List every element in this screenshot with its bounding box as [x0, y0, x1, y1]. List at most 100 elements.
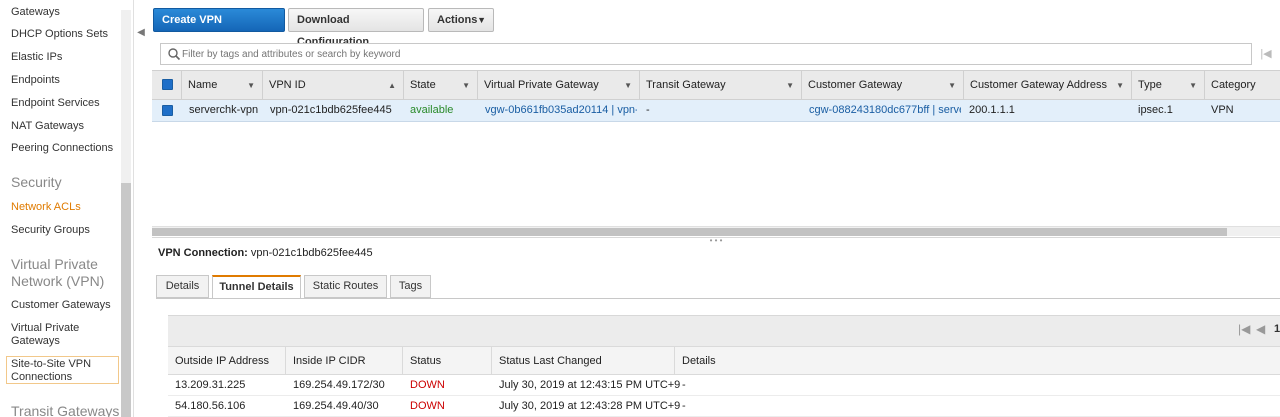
column-header-type[interactable]: Type ▼	[1132, 71, 1205, 100]
cell-details: -	[682, 400, 686, 412]
tab-tags[interactable]: Tags	[390, 275, 431, 298]
collapse-sidebar-icon[interactable]: ◀	[135, 22, 147, 44]
sidebar-item-peering-connections[interactable]: Peering Connections	[11, 142, 121, 155]
sort-icon: ▼	[1189, 81, 1197, 90]
cell-status: DOWN	[410, 400, 445, 412]
tunnel-table-header: Outside IP Address Inside IP CIDR Status…	[168, 346, 1280, 375]
column-header-vpn-id[interactable]: VPN ID ▲	[263, 71, 404, 100]
sidebar-item-network-acls[interactable]: Network ACLs	[11, 201, 121, 214]
column-header-name[interactable]: Name ▼	[182, 71, 263, 100]
column-header-transit-gateway[interactable]: Transit Gateway ▼	[640, 71, 802, 100]
sidebar-item-endpoint-services[interactable]: Endpoint Services	[11, 97, 121, 110]
cell-inside-cidr: 169.254.49.40/30	[293, 400, 379, 412]
sidebar-item-endpoints[interactable]: Endpoints	[11, 74, 121, 87]
sort-ascending-icon: ▲	[388, 81, 396, 90]
actions-button[interactable]: Actions ▼	[428, 8, 494, 32]
first-page-icon[interactable]: |◀	[1238, 322, 1252, 336]
select-all-checkbox[interactable]	[162, 79, 173, 90]
column-header-details[interactable]: Details	[675, 347, 1280, 375]
column-header-customer-gateway-address[interactable]: Customer Gateway Address ▼	[964, 71, 1132, 100]
column-label: Transit Gateway	[646, 79, 726, 91]
sort-icon: ▼	[624, 81, 632, 90]
cell-customer-gateway-link[interactable]: cgw-088243180dc677bff | serve…	[803, 100, 961, 121]
sidebar-item-nat-gateways[interactable]: NAT Gateways	[11, 120, 121, 133]
first-page-icon[interactable]: |◀	[1258, 45, 1274, 63]
actions-label: Actions	[437, 14, 478, 26]
cell-outside-ip: 13.209.31.225	[175, 379, 246, 391]
sort-icon: ▼	[1116, 81, 1124, 90]
sidebar-item-security-groups[interactable]: Security Groups	[11, 224, 121, 237]
table-row[interactable]: 54.180.56.106 169.254.49.40/30 DOWN July…	[168, 396, 1280, 417]
cell-name: serverchk-vpn	[189, 104, 259, 116]
search-icon	[168, 48, 181, 61]
row-select[interactable]	[152, 100, 182, 121]
table-header: Name ▼ VPN ID ▲ State ▼ Virtual Private Gat…	[152, 70, 1280, 100]
column-label: VPN ID	[269, 79, 306, 91]
cell-outside-ip: 54.180.56.106	[175, 400, 246, 412]
sort-icon: ▼	[786, 81, 794, 90]
detail-title-label: VPN Connection:	[158, 247, 248, 259]
column-header-virtual-private-gateway[interactable]: Virtual Private Gateway ▼	[478, 71, 640, 100]
sidebar-heading-security: Security	[11, 174, 62, 190]
sidebar-item-gateways[interactable]: Gateways	[11, 6, 121, 19]
pane-splitter-handle[interactable]: • • •	[152, 237, 1280, 245]
cell-vpn-id: vpn-021c1bdb625fee445	[270, 104, 392, 116]
cell-details: -	[682, 379, 686, 391]
column-label: Name	[188, 79, 218, 91]
tab-divider	[156, 298, 1280, 299]
page-number: 1	[1274, 323, 1280, 335]
table-scrollbar-thumb[interactable]	[152, 228, 1227, 236]
previous-page-icon[interactable]: ◀	[1256, 322, 1268, 336]
cell-virtual-private-gateway-link[interactable]: vgw-0b661fb035ad20114 | vpn-…	[479, 100, 637, 121]
cell-transit-gateway: -	[646, 104, 650, 116]
column-label: Customer Gateway	[808, 79, 903, 91]
filter-bar	[160, 43, 1252, 65]
column-header-category[interactable]: Category	[1205, 71, 1280, 100]
column-label: State	[410, 79, 436, 91]
cell-type: ipsec.1	[1138, 104, 1173, 116]
cell-status-last-changed: July 30, 2019 at 12:43:15 PM UTC+9	[499, 379, 681, 391]
column-header-status[interactable]: Status	[403, 347, 492, 375]
detail-title: VPN Connection: vpn-021c1bdb625fee445	[158, 247, 373, 259]
tab-static-routes[interactable]: Static Routes	[304, 275, 387, 298]
filter-input[interactable]	[182, 46, 1242, 62]
cell-status-last-changed: July 30, 2019 at 12:43:28 PM UTC+9	[499, 400, 681, 412]
table-row[interactable]: 13.209.31.225 169.254.49.172/30 DOWN Jul…	[168, 375, 1280, 396]
vpn-connections-table: Name ▼ VPN ID ▲ State ▼ Virtual Private Gat…	[152, 70, 1280, 230]
column-header-status-last-changed[interactable]: Status Last Changed	[492, 347, 675, 375]
sidebar-heading-transit-gateways: Transit Gateways	[11, 403, 120, 417]
column-header-inside-cidr[interactable]: Inside IP CIDR	[286, 347, 403, 375]
cell-category: VPN	[1211, 104, 1234, 116]
sidebar-item-virtual-private-gateways[interactable]: Virtual Private Gateways	[11, 322, 121, 348]
column-label: Customer Gateway Address	[970, 79, 1107, 91]
download-configuration-button[interactable]: Download Configuration	[288, 8, 424, 48]
sidebar-item-customer-gateways[interactable]: Customer Gateways	[11, 299, 121, 312]
column-label: Category	[1211, 79, 1256, 91]
chevron-down-icon: ▼	[477, 15, 486, 25]
sidebar-item-site-to-site-vpn[interactable]: Site-to-Site VPN Connections	[11, 358, 121, 384]
sidebar-scrollbar-thumb[interactable]	[121, 183, 131, 417]
cell-state: available	[410, 104, 454, 116]
sidebar-item-elastic-ips[interactable]: Elastic IPs	[11, 51, 121, 64]
tab-tunnel-details[interactable]: Tunnel Details	[212, 275, 301, 299]
create-vpn-connection-button[interactable]: Create VPN Connection	[153, 8, 285, 48]
tunnel-table-toolbar	[168, 315, 1280, 346]
detail-title-value: vpn-021c1bdb625fee445	[250, 247, 373, 259]
tab-details[interactable]: Details	[156, 275, 209, 298]
cell-customer-gateway-address: 200.1.1.1	[969, 104, 1015, 116]
cell-status: DOWN	[410, 379, 445, 391]
cell-inside-cidr: 169.254.49.172/30	[293, 379, 385, 391]
header-select-all[interactable]	[152, 71, 182, 100]
sort-icon: ▼	[948, 81, 956, 90]
sort-icon: ▼	[462, 81, 470, 90]
column-header-customer-gateway[interactable]: Customer Gateway ▼	[802, 71, 964, 100]
column-header-state[interactable]: State ▼	[404, 71, 478, 100]
sort-icon: ▼	[247, 81, 255, 90]
table-row[interactable]: serverchk-vpn vpn-021c1bdb625fee445 avai…	[152, 100, 1280, 122]
row-checkbox[interactable]	[162, 105, 173, 116]
column-label: Type	[1138, 79, 1162, 91]
sidebar-heading-vpn: Virtual Private Network (VPN)	[11, 256, 105, 289]
sidebar-item-dhcp-options-sets[interactable]: DHCP Options Sets	[11, 28, 121, 41]
table-horizontal-scrollbar[interactable]	[152, 226, 1280, 236]
column-header-outside-ip[interactable]: Outside IP Address	[168, 347, 286, 375]
